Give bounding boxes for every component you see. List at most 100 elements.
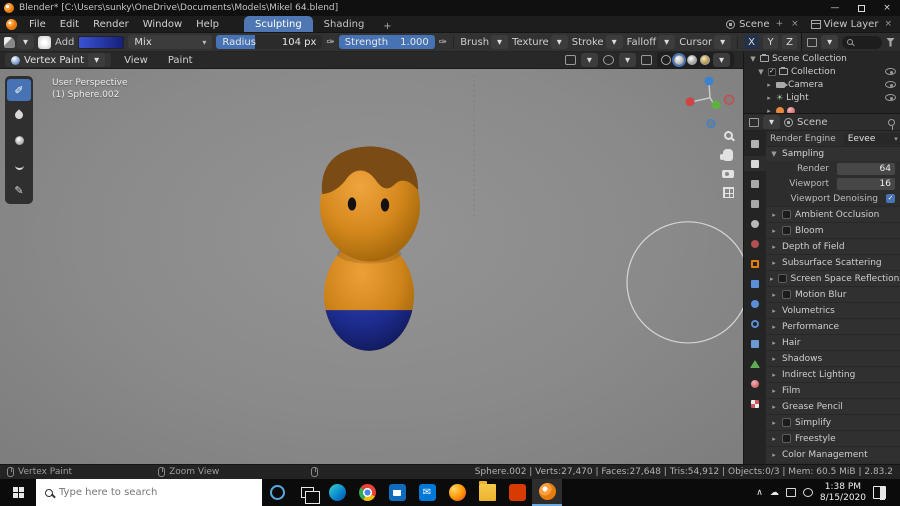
stroke-panel-dropdown[interactable]: Stroke ▾ (572, 35, 623, 49)
tab-view-layer-properties[interactable] (744, 196, 766, 211)
sampling-panel-header[interactable]: ▼ Sampling (766, 146, 900, 161)
ssr-checkbox[interactable] (777, 274, 787, 283)
tray-chevron-up-icon[interactable]: ∧ (756, 488, 763, 498)
active-tool-dropdown[interactable]: ▾ (4, 35, 35, 49)
taskbar-app-office[interactable] (502, 479, 532, 506)
solid-shading-icon[interactable] (673, 55, 684, 65)
symmetry-x-button[interactable]: X (744, 35, 760, 49)
add-workspace-button[interactable]: + (375, 21, 399, 32)
texture-panel-dropdown[interactable]: Texture ▾ (512, 35, 568, 49)
viewport-menu-view[interactable]: View (117, 55, 155, 66)
symmetry-z-button[interactable]: Z (782, 35, 798, 49)
bloom-checkbox[interactable] (782, 226, 791, 235)
tab-object-data-properties[interactable] (744, 356, 766, 371)
menu-file[interactable]: File (22, 19, 53, 30)
outliner-row-scene-collection[interactable]: ▼ Scene Collection (744, 52, 900, 65)
section-hair[interactable]: ▸ Hair (766, 334, 900, 350)
volume-icon[interactable] (802, 488, 813, 497)
section-depth-of-field[interactable]: ▸ Depth of Field (766, 238, 900, 254)
mode-dropdown[interactable]: Vertex Paint ▾ (5, 53, 112, 67)
viewport-menu-paint[interactable]: Paint (161, 55, 200, 66)
hide-in-viewport-eye-icon[interactable] (885, 68, 896, 75)
filter-icon[interactable] (886, 37, 895, 47)
falloff-panel-dropdown[interactable]: Falloff ▾ (627, 35, 676, 49)
brush-panel-dropdown[interactable]: Brush ▾ (460, 35, 509, 49)
section-subsurface-scattering[interactable]: ▸ Subsurface Scattering (766, 254, 900, 270)
task-view-button[interactable] (292, 479, 322, 506)
taskbar-app-chrome[interactable] (352, 479, 382, 506)
menu-help[interactable]: Help (189, 19, 226, 30)
gizmo-x-axis[interactable] (685, 97, 695, 107)
outliner-search-box[interactable] (842, 35, 882, 49)
collapse-arrow-icon[interactable]: ▼ (757, 68, 765, 76)
annotate-tool-button[interactable]: ✎ (7, 179, 31, 201)
scene-selector[interactable]: Scene + × (726, 19, 801, 30)
brush-preview-thumbnail[interactable] (38, 35, 52, 49)
freestyle-checkbox[interactable] (782, 434, 791, 443)
gizmo-z-axis[interactable] (704, 76, 714, 86)
tab-texture-properties[interactable] (744, 396, 766, 411)
tab-modifier-properties[interactable] (744, 276, 766, 291)
tab-output-properties[interactable] (744, 176, 766, 191)
gizmo-y-axis[interactable] (711, 100, 721, 110)
section-ambient-occlusion[interactable]: ▸ Ambient Occlusion (766, 206, 900, 222)
3d-viewport[interactable]: ✐ ✎ User Perspective (1) Sphere.002 (0, 69, 743, 464)
taskbar-app-edge[interactable] (322, 479, 352, 506)
tab-render-properties[interactable] (744, 156, 766, 171)
section-motion-blur[interactable]: ▸ Motion Blur (766, 286, 900, 302)
blur-tool-button[interactable] (7, 104, 31, 126)
xray-toggle-icon[interactable] (640, 55, 652, 65)
ortho-grid-icon[interactable] (722, 187, 734, 198)
hide-in-viewport-eye-icon[interactable] (885, 81, 896, 88)
workspace-tab-sculpting[interactable]: Sculpting (243, 16, 313, 32)
section-film[interactable]: ▸ Film (766, 382, 900, 398)
strength-pressure-icon[interactable]: ✑ (439, 37, 447, 48)
tab-active-tool[interactable] (744, 136, 766, 151)
workspace-tab-shading[interactable]: Shading (313, 16, 376, 32)
menu-edit[interactable]: Edit (53, 19, 86, 30)
tab-particle-properties[interactable] (744, 296, 766, 311)
symmetry-y-button[interactable]: Y (763, 35, 779, 49)
search-input[interactable] (59, 487, 253, 498)
tab-world-properties[interactable] (744, 236, 766, 251)
remove-view-layer-button[interactable]: × (882, 19, 894, 29)
ambient-occlusion-checkbox[interactable] (782, 210, 791, 219)
section-performance[interactable]: ▸ Performance (766, 318, 900, 334)
show-overlays-icon[interactable] (602, 55, 614, 65)
menu-render[interactable]: Render (86, 19, 136, 30)
wireframe-shading-icon[interactable] (660, 55, 671, 65)
strength-slider[interactable]: Strength 1.000 (338, 35, 435, 49)
radius-pressure-icon[interactable]: ✑ (326, 37, 334, 48)
zoom-icon[interactable] (723, 131, 733, 140)
render-engine-dropdown[interactable]: Eevee ▾ (843, 132, 900, 145)
start-button[interactable] (0, 479, 36, 506)
show-gizmo-icon[interactable] (564, 55, 576, 65)
taskbar-clock[interactable]: 1:38 PM 8/15/2020 (820, 482, 866, 504)
pin-icon[interactable] (888, 118, 895, 130)
network-icon[interactable] (785, 488, 796, 497)
pan-hand-icon[interactable] (720, 149, 733, 161)
rendered-shading-icon[interactable] (699, 55, 710, 65)
blender-app-menu-icon[interactable] (6, 18, 17, 30)
outliner-row-camera[interactable]: ▸ Camera (744, 78, 900, 91)
gizmo-z-neg-axis[interactable] (706, 119, 716, 129)
view-layer-selector[interactable]: View Layer × (810, 19, 894, 30)
section-bloom[interactable]: ▸ Bloom (766, 222, 900, 238)
section-simplify[interactable]: ▸ Simplify (766, 414, 900, 430)
tab-physics-properties[interactable] (744, 316, 766, 331)
outliner-row-light[interactable]: ▸ ☀ Light (744, 91, 900, 104)
tab-constraint-properties[interactable] (744, 336, 766, 351)
motion-blur-checkbox[interactable] (782, 290, 791, 299)
expand-arrow-icon[interactable]: ▸ (765, 81, 773, 89)
viewport-denoising-checkbox[interactable]: ✓ (886, 194, 895, 203)
taskbar-app-file-explorer[interactable] (472, 479, 502, 506)
taskbar-app-blender-active[interactable] (532, 479, 562, 506)
navigation-gizmo[interactable] (685, 76, 735, 129)
render-samples-field[interactable]: 64 (837, 162, 895, 175)
simplify-checkbox[interactable] (782, 418, 791, 427)
material-preview-shading-icon[interactable] (686, 55, 697, 65)
smear-tool-button[interactable] (7, 154, 31, 176)
minimize-button[interactable]: — (822, 0, 848, 16)
camera-view-icon[interactable] (722, 170, 734, 178)
blend-mode-dropdown[interactable]: Mix ▾ (128, 35, 213, 49)
